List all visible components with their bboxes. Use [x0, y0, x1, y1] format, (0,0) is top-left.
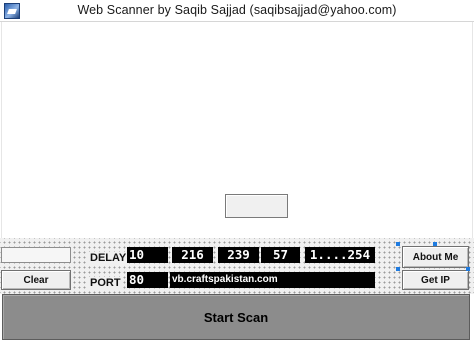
selection-handle [396, 267, 400, 271]
selection-handle [466, 267, 470, 271]
ip-octet-3-input[interactable]: 57 [261, 247, 300, 263]
ip-octet-1-input[interactable]: 216 [172, 247, 213, 263]
window-title: Web Scanner by Saqib Sajjad (saqibsajjad… [77, 3, 397, 17]
scan-output-area [1, 22, 473, 238]
port-label: PORT [88, 277, 123, 289]
ip-range-input[interactable]: 1....254 [305, 247, 375, 263]
host-input[interactable]: vb.craftspakistan.com [170, 272, 375, 288]
delay-input[interactable]: 10 [127, 247, 168, 263]
ip-octet-2-input[interactable]: 239 [218, 247, 259, 263]
progress-field [1, 247, 71, 263]
get-ip-button[interactable]: Get IP [402, 270, 469, 290]
clear-button[interactable]: Clear [1, 270, 71, 290]
title-bar: Web Scanner by Saqib Sajjad (saqibsajjad… [0, 0, 474, 22]
delay-label: DELAY [88, 252, 129, 264]
status-box [225, 194, 288, 218]
start-scan-button[interactable]: Start Scan [2, 294, 470, 340]
selection-handle [433, 242, 437, 246]
selection-handle [396, 242, 400, 246]
about-me-button[interactable]: About Me [402, 246, 469, 268]
port-input[interactable]: 80 [127, 272, 168, 288]
